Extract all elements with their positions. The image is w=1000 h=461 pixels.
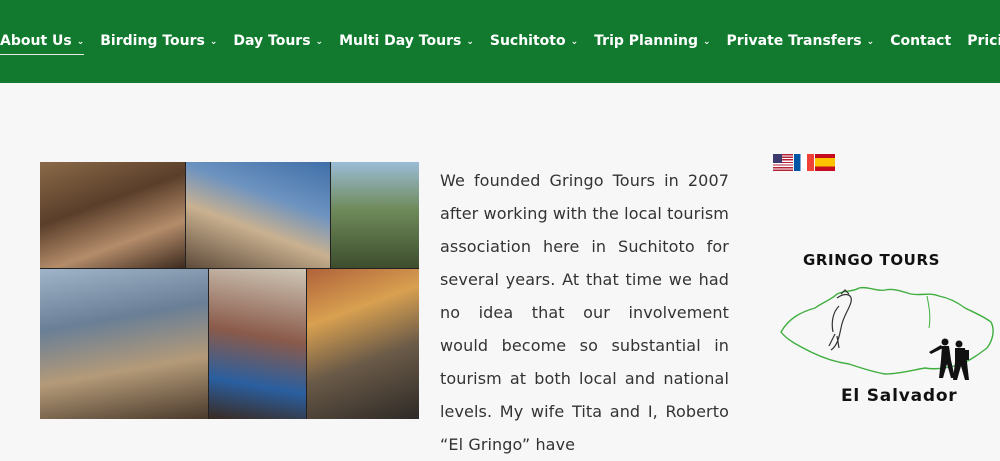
nav-about-us[interactable]: About Us ⌄ <box>0 33 85 55</box>
nav-trip-planning[interactable]: Trip Planning ⌄ <box>594 33 710 49</box>
nav-label: Multi Day Tours <box>339 33 462 49</box>
english-flag-icon[interactable] <box>773 154 793 171</box>
chevron-down-icon: ⌄ <box>315 37 324 47</box>
nav-day-tours[interactable]: Day Tours ⌄ <box>233 33 323 49</box>
french-flag-icon[interactable] <box>794 154 814 171</box>
collage-photo-classroom <box>40 269 208 419</box>
chevron-down-icon: ⌄ <box>570 37 579 47</box>
nav-label: Contact <box>890 33 952 49</box>
nav-label: Pricing <box>967 33 1000 49</box>
about-paragraph: We founded Gringo Tours in 2007 after wo… <box>440 171 729 454</box>
tour-photo-collage <box>40 162 419 419</box>
nav-private-transfers[interactable]: Private Transfers ⌄ <box>727 33 875 49</box>
chevron-down-icon: ⌄ <box>209 37 218 47</box>
main-menu: About Us ⌄ Birding Tours ⌄ Day Tours ⌄ M… <box>0 26 1000 56</box>
top-navigation-bar: About Us ⌄ Birding Tours ⌄ Day Tours ⌄ M… <box>0 0 1000 83</box>
nav-label: Suchitoto <box>489 33 566 49</box>
nav-label: Private Transfers <box>726 33 862 49</box>
collage-photo-cafe <box>40 162 185 268</box>
chevron-down-icon: ⌄ <box>466 37 474 47</box>
logo-subtitle: El Salvador <box>841 386 958 406</box>
gringo-tours-logo: GRINGO TOURS El Salvador <box>779 246 998 419</box>
nav-label: About Us <box>0 33 72 49</box>
collage-photo-market <box>307 269 419 419</box>
nav-label: Trip Planning <box>594 33 698 49</box>
language-switcher <box>773 154 836 171</box>
nav-contact[interactable]: Contact <box>890 33 951 49</box>
nav-label: Birding Tours <box>100 33 205 49</box>
chevron-down-icon: ⌄ <box>866 37 875 47</box>
collage-photo-birder <box>331 162 419 268</box>
collage-photo-artisan <box>209 269 306 419</box>
nav-birding-tours[interactable]: Birding Tours ⌄ <box>100 33 217 49</box>
spanish-flag-icon[interactable] <box>815 154 835 171</box>
nav-label: Day Tours <box>233 33 311 49</box>
chevron-down-icon: ⌄ <box>703 37 711 47</box>
nav-pricing[interactable]: Pricing <box>967 33 1000 49</box>
chevron-down-icon: ⌄ <box>76 37 85 47</box>
collage-photo-guide <box>186 162 330 268</box>
nav-suchitoto[interactable]: Suchitoto ⌄ <box>490 33 578 49</box>
nav-multi-day-tours[interactable]: Multi Day Tours ⌄ <box>339 33 474 49</box>
